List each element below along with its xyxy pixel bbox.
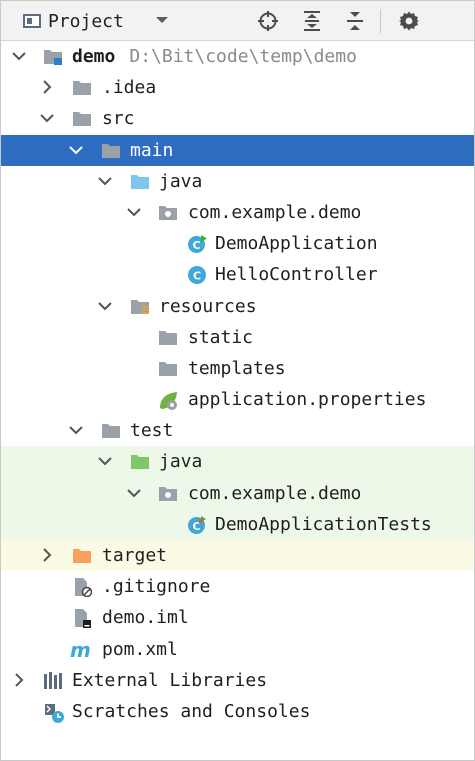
dropdown-chevron-icon[interactable] (152, 10, 172, 30)
locate-icon[interactable] (256, 9, 280, 33)
tree-label: application.properties (188, 389, 427, 411)
root-path: D:\Bit\code\temp\demo (129, 46, 357, 67)
tree-label: Scratches and Consoles (72, 700, 311, 722)
folder-icon (101, 141, 121, 161)
settings-gear-icon[interactable] (397, 9, 421, 33)
tree-row-demo-iml[interactable]: demo.iml (1, 602, 474, 633)
chevron-down-icon[interactable] (39, 110, 55, 126)
tree-label: java (159, 170, 203, 192)
folder-icon (101, 421, 121, 441)
tree-label: src (102, 108, 135, 130)
folder-icon (158, 328, 178, 348)
tree-row-gitignore[interactable]: .gitignore (1, 571, 474, 602)
tree-label: com.example.demo (188, 482, 362, 504)
toolbar-separator (380, 9, 381, 33)
tree-label: test (130, 420, 174, 442)
tree-row-scratches[interactable]: Scratches and Consoles (1, 696, 474, 727)
project-tool-window: Project demo D:\Bit\code\temp\demo .idea… (0, 0, 475, 761)
folder-icon (158, 359, 178, 379)
excluded-folder-icon (72, 546, 92, 566)
ignored-file-icon (72, 577, 93, 598)
tree-row-main[interactable]: main (1, 134, 474, 166)
chevron-right-icon[interactable] (11, 672, 27, 688)
maven-icon: m (70, 638, 91, 662)
tree-row-hello-controller[interactable]: C HelloController (1, 259, 474, 290)
tree-row-java-test[interactable]: java (1, 446, 474, 478)
tree-label: templates (188, 357, 286, 379)
tree-row-target[interactable]: target (1, 540, 474, 572)
expand-all-icon[interactable] (300, 9, 324, 33)
tree-label: DemoApplicationTests (215, 513, 432, 535)
tree-label: static (188, 326, 254, 348)
test-class-icon: C (187, 515, 207, 535)
tree-row-templates[interactable]: templates (1, 353, 474, 384)
spring-properties-icon (157, 390, 177, 411)
tree-row-pom-xml[interactable]: m pom.xml (1, 634, 474, 665)
spring-boot-class-icon: C (187, 234, 207, 254)
toolbar-title: Project (48, 10, 124, 32)
test-source-folder-icon (130, 452, 150, 472)
module-folder-icon (43, 47, 63, 67)
tree-row-src[interactable]: src (1, 103, 474, 134)
chevron-down-icon[interactable] (126, 204, 142, 220)
collapse-all-icon[interactable] (343, 9, 367, 33)
libraries-icon (43, 671, 63, 691)
project-view-selector[interactable]: Project (23, 7, 124, 35)
tree-label: main (130, 139, 174, 161)
chevron-down-icon[interactable] (97, 298, 113, 314)
tree-label: demo.iml (102, 607, 189, 629)
package-icon (158, 484, 178, 504)
tree-row-idea[interactable]: .idea (1, 72, 474, 103)
tree-label: DemoApplication (215, 233, 378, 255)
project-tree: demo D:\Bit\code\temp\demo .idea src mai… (1, 41, 474, 727)
root-name: demo (72, 46, 116, 67)
class-icon: C (187, 265, 207, 285)
tree-row-application-properties[interactable]: application.properties (1, 384, 474, 415)
tree-row-resources[interactable]: resources (1, 291, 474, 322)
chevron-down-icon[interactable] (126, 485, 142, 501)
resources-folder-icon (130, 297, 150, 317)
chevron-down-icon[interactable] (11, 48, 27, 64)
chevron-down-icon[interactable] (68, 422, 84, 438)
scratches-icon (43, 702, 64, 723)
project-toolbar: Project (1, 1, 474, 41)
chevron-down-icon[interactable] (97, 453, 113, 469)
folder-icon (72, 109, 92, 129)
tree-label: target (102, 545, 168, 566)
tree-row-test[interactable]: test (1, 415, 474, 446)
tree-row-demo-application[interactable]: C DemoApplication (1, 228, 474, 259)
svg-text:m: m (70, 640, 91, 660)
chevron-down-icon[interactable] (97, 173, 113, 189)
tree-label: .gitignore (102, 576, 211, 598)
chevron-right-icon[interactable] (39, 547, 55, 563)
tree-row-demo[interactable]: demo D:\Bit\code\temp\demo (1, 41, 474, 72)
folder-icon (72, 78, 92, 98)
svg-text:C: C (193, 270, 201, 283)
tree-row-java-main[interactable]: java (1, 166, 474, 197)
package-icon (158, 203, 178, 223)
tree-row-demo-application-tests[interactable]: C DemoApplicationTests (1, 508, 474, 540)
tree-label: com.example.demo (188, 201, 362, 223)
tree-row-external-libraries[interactable]: External Libraries (1, 665, 474, 696)
tree-label: pom.xml (102, 638, 178, 660)
svg-text:C: C (193, 239, 201, 252)
chevron-right-icon[interactable] (39, 79, 55, 95)
tree-label: java (159, 451, 203, 473)
chevron-down-icon[interactable] (68, 142, 84, 158)
project-icon (23, 14, 41, 28)
tree-label: HelloController (215, 264, 378, 286)
source-folder-icon (130, 172, 150, 192)
tree-label: .idea (102, 77, 157, 99)
tree-row-package-main[interactable]: com.example.demo (1, 197, 474, 228)
tree-label: External Libraries (72, 669, 268, 691)
tree-label: resources (159, 295, 257, 317)
tree-row-static[interactable]: static (1, 322, 474, 353)
tree-row-package-test[interactable]: com.example.demo (1, 477, 474, 509)
iml-file-icon (72, 608, 92, 629)
